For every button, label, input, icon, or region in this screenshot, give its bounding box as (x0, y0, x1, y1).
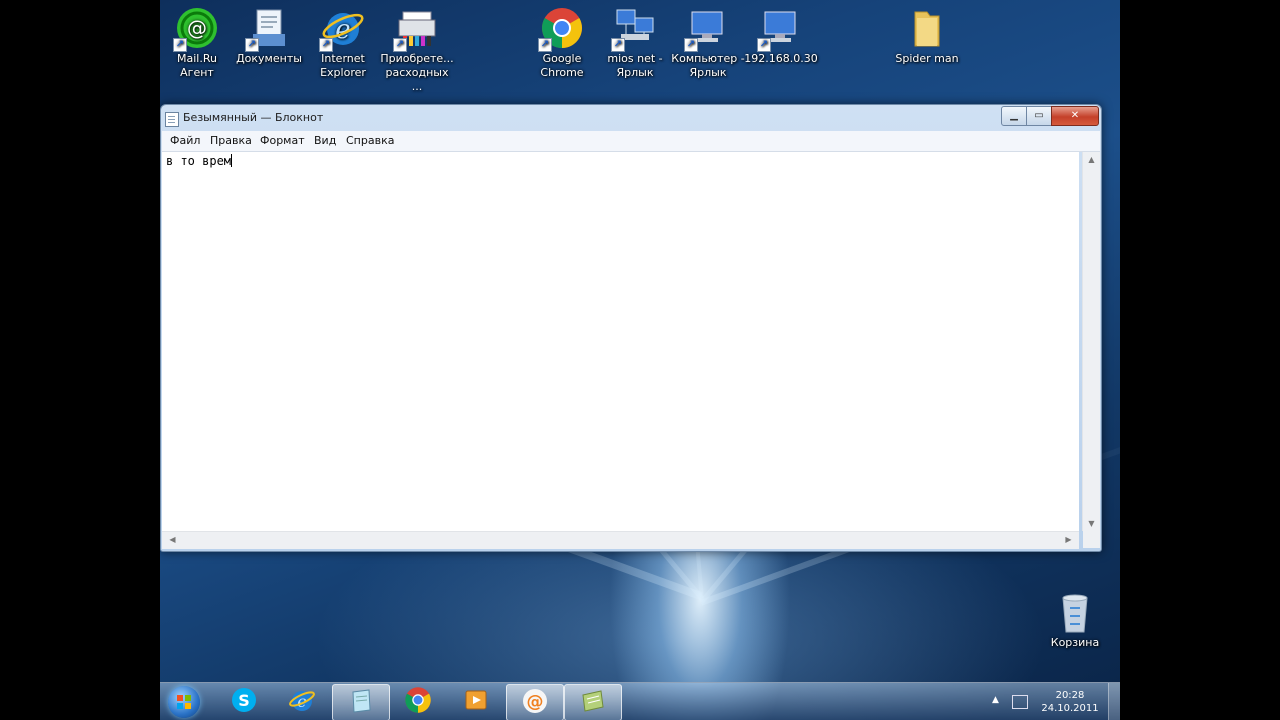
internet-explorer-icon: e (288, 686, 316, 718)
network-status-icon[interactable] (1012, 695, 1028, 709)
desktop-icon-label: Google Chrome (540, 52, 584, 79)
taskbar-google-chrome[interactable] (390, 684, 446, 719)
close-button[interactable]: ✕ (1051, 106, 1099, 126)
shortcut-arrow-icon: ↗ (319, 38, 333, 52)
desktop-icon-mailru-agent[interactable]: @ ↗ Mail.Ru Агент (160, 0, 234, 80)
minimize-button[interactable]: ▁ (1001, 106, 1027, 126)
internet-explorer-icon: e ↗ (319, 6, 365, 52)
computer-icon: ↗ (757, 6, 803, 52)
notepad-icon (165, 112, 179, 127)
desktop-icon-spider-man[interactable]: Spider man (890, 0, 964, 66)
notepad-window[interactable]: Безымянный — Блокнот ▁ ▭ ✕ Файл Правка Ф… (160, 104, 1102, 552)
taskbar-notepad[interactable] (332, 684, 390, 720)
desktop-icon-label: Spider man (895, 52, 959, 65)
resize-grip[interactable] (1083, 531, 1100, 548)
editor-content: в то врем (166, 154, 232, 168)
close-icon: ✕ (1070, 110, 1080, 121)
notepad-icon (348, 688, 374, 718)
taskbar-internet-explorer[interactable]: e (274, 684, 330, 719)
vertical-scrollbar[interactable]: ▲ ▼ (1082, 152, 1100, 531)
shortcut-arrow-icon: ↗ (757, 38, 771, 52)
network-icon: ↗ (611, 6, 657, 52)
desktop-icon-documents[interactable]: ↗ Документы (232, 0, 306, 66)
scroll-left-icon[interactable]: ◀ (164, 535, 181, 544)
computer-icon: ↗ (684, 6, 730, 52)
mailru-agent-icon: @ ↗ (173, 6, 219, 52)
desktop-icon-printer-supplies[interactable]: ↗ Приобрете... расходных ... (380, 0, 454, 94)
menu-edit[interactable]: Правка (210, 134, 252, 147)
windows-logo-icon (177, 695, 191, 709)
desktop-icon-label: Компьютер - Ярлык (671, 52, 745, 79)
minimize-icon: ▁ (1010, 110, 1018, 121)
menu-bar: Файл Правка Формат Вид Справка (162, 131, 1100, 152)
taskbar: S e @ ▲ 20:28 24.10.2011 (160, 682, 1120, 720)
shortcut-arrow-icon: ↗ (611, 38, 625, 52)
svg-text:S: S (238, 691, 250, 710)
tray-expand-icon[interactable]: ▲ (992, 695, 999, 705)
shortcut-arrow-icon: ↗ (173, 38, 187, 52)
skype-icon: S (230, 686, 258, 718)
desktop-icon-mios-net[interactable]: ↗ mios net - Ярлык (598, 0, 672, 80)
desktop-icon-label: Internet Explorer (320, 52, 366, 79)
desktop-icon-label: Mail.Ru Агент (177, 52, 217, 79)
scroll-right-icon[interactable]: ▶ (1060, 535, 1077, 544)
desktop-icon-internet-explorer[interactable]: e ↗ Internet Explorer (306, 0, 380, 80)
shortcut-arrow-icon: ↗ (684, 38, 698, 52)
clock-date: 24.10.2011 (1041, 703, 1099, 714)
svg-text:@: @ (527, 692, 544, 712)
google-chrome-icon: ↗ (538, 6, 584, 52)
start-button[interactable] (168, 686, 200, 718)
text-caret (231, 154, 233, 167)
desktop-icon-computer[interactable]: ↗ Компьютер - Ярлык (671, 0, 745, 80)
shortcut-arrow-icon: ↗ (245, 38, 259, 52)
maximize-button[interactable]: ▭ (1026, 106, 1052, 126)
clock-time: 20:28 (1055, 690, 1085, 701)
menu-file[interactable]: Файл (170, 134, 200, 147)
desktop-icon-recycle-bin[interactable]: Корзина (1040, 590, 1110, 649)
folder-icon (905, 6, 949, 50)
scroll-down-icon[interactable]: ▼ (1083, 519, 1100, 528)
shortcut-arrow-icon: ↗ (393, 38, 407, 52)
svg-text:@: @ (187, 16, 207, 40)
desktop: @ ↗ Mail.Ru Агент ↗ Документы e ↗ Intern… (160, 0, 1120, 720)
menu-view[interactable]: Вид (314, 134, 336, 147)
taskbar-media-player[interactable] (448, 684, 504, 719)
scroll-up-icon[interactable]: ▲ (1083, 155, 1100, 164)
horizontal-scrollbar[interactable]: ◀ ▶ (162, 531, 1079, 549)
shortcut-arrow-icon: ↗ (538, 38, 552, 52)
printer-icon: ↗ (393, 6, 439, 52)
menu-format[interactable]: Формат (260, 134, 305, 147)
recycle-bin-label: Корзина (1050, 636, 1100, 649)
documents-icon: ↗ (245, 6, 291, 52)
desktop-icon-google-chrome[interactable]: ↗ Google Chrome (525, 0, 599, 80)
desktop-icon-label: mios net - Ярлык (607, 52, 663, 79)
desktop-icon-192-168-0-30[interactable]: ↗ 192.168.0.30 (744, 0, 818, 66)
title-bar[interactable]: Безымянный — Блокнот ▁ ▭ ✕ (161, 105, 1101, 131)
mailru-agent-icon: @ (521, 687, 549, 719)
taskbar-mailru-agent[interactable]: @ (506, 684, 564, 720)
unknown-app-icon (579, 687, 607, 719)
desktop-icon-label: Документы (236, 52, 302, 65)
system-clock[interactable]: 20:28 24.10.2011 (1040, 689, 1100, 715)
show-desktop-button[interactable] (1108, 683, 1120, 720)
window-title: Безымянный — Блокнот (183, 111, 324, 124)
maximize-icon: ▭ (1034, 110, 1044, 121)
menu-help[interactable]: Справка (346, 134, 394, 147)
media-player-icon (463, 687, 489, 717)
google-chrome-icon (404, 686, 432, 718)
recycle-bin-icon (1055, 590, 1095, 634)
desktop-icon-label: Приобрете... расходных ... (380, 52, 454, 93)
text-editor-area[interactable]: в то врем (162, 152, 1079, 531)
taskbar-skype[interactable]: S (216, 684, 272, 719)
desktop-icon-label: 192.168.0.30 (744, 52, 818, 65)
taskbar-unknown-app[interactable] (564, 684, 622, 720)
